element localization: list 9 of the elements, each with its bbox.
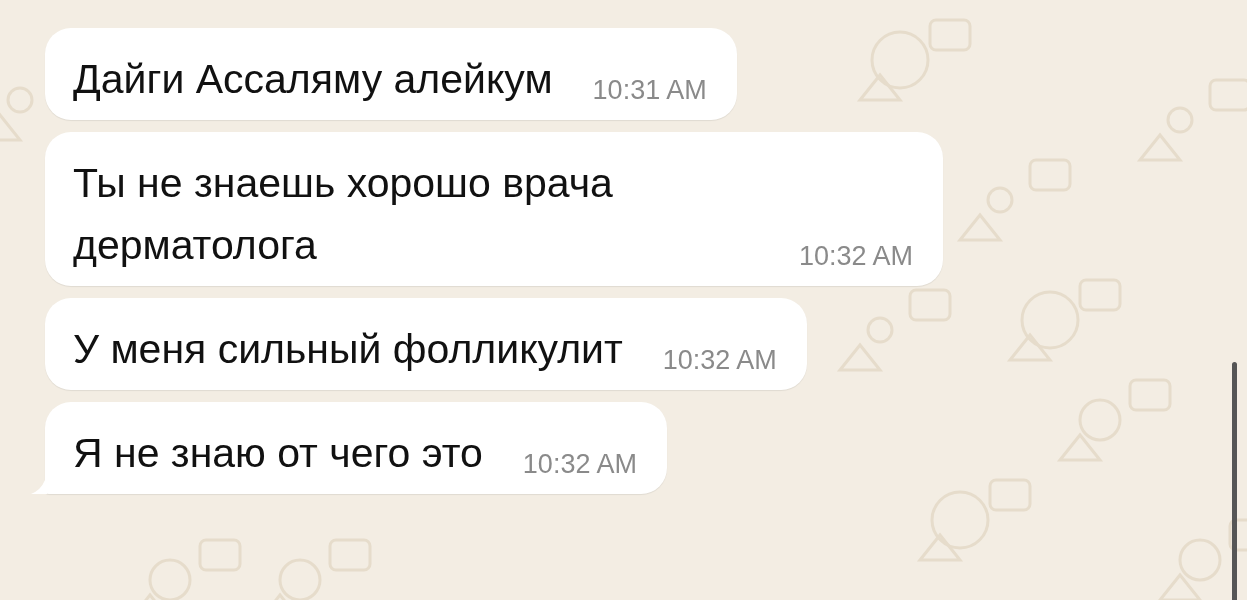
message-time: 10:32 AM bbox=[662, 345, 777, 376]
message-text: Ты не знаешь хорошо врача дерматолога bbox=[73, 159, 614, 270]
message-time: 10:32 AM bbox=[522, 449, 637, 480]
message-text: Я не знаю от чего это bbox=[73, 429, 483, 478]
scrollbar[interactable] bbox=[1232, 362, 1237, 600]
message-text: У меня сильный фолликулит bbox=[73, 325, 623, 374]
message-time: 10:32 AM bbox=[798, 241, 913, 272]
message-time: 10:31 AM bbox=[592, 75, 707, 106]
message-text: Дайги Ассаляму алейкум bbox=[73, 55, 553, 104]
